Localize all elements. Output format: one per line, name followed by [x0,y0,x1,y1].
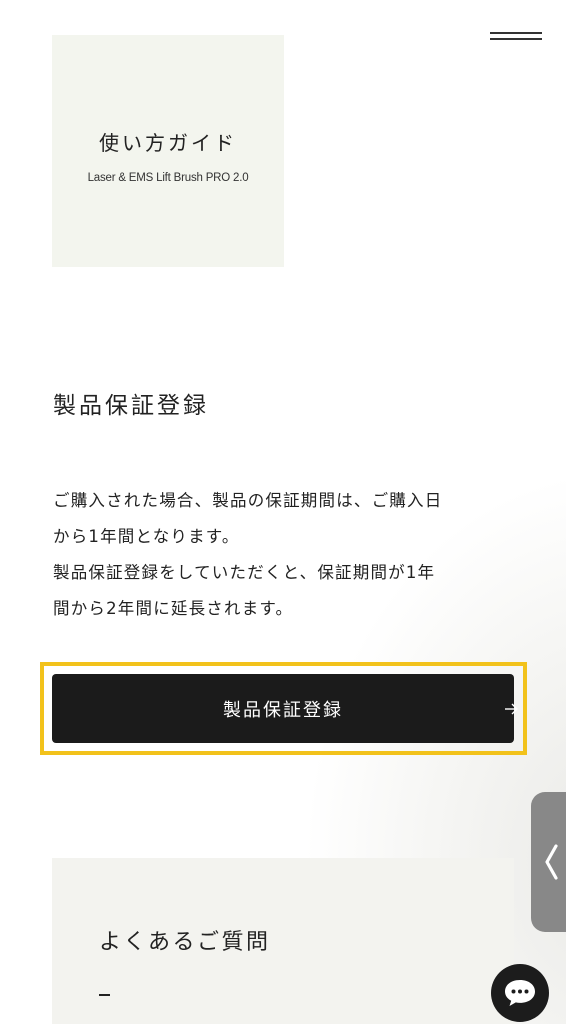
faq-card[interactable]: よくあるご質問 [52,858,514,1024]
menu-line [490,38,542,40]
warranty-registration-button[interactable]: 製品保証登録 [52,674,518,743]
description-line: ご購入された場合、製品の保証期間は、ご購入日 [53,491,443,510]
guide-title: 使い方ガイド [99,130,237,155]
menu-line [490,32,542,34]
chevron-left-icon [545,844,558,880]
chat-bubble-icon [505,980,535,1006]
warranty-button-label: 製品保証登録 [223,699,343,720]
arrow-right-icon [505,703,518,715]
warranty-heading: 製品保証登録 [53,393,209,419]
page: 使い方ガイド Laser & EMS Lift Brush PRO 2.0 製品… [0,0,566,1024]
faq-title: よくあるご質問 [99,930,271,955]
side-drawer-tab[interactable] [531,792,566,932]
description-line: 製品保証登録をしていただくと、保証期間が1年 [53,563,436,582]
hamburger-menu-icon[interactable] [488,28,544,44]
description-line: 間から2年間に延長されます。 [53,599,294,618]
guide-subtitle: Laser & EMS Lift Brush PRO 2.0 [87,171,249,184]
usage-guide-card[interactable]: 使い方ガイド Laser & EMS Lift Brush PRO 2.0 [52,35,284,267]
description-line: から1年間となります。 [53,527,240,546]
faq-dash [99,994,110,996]
warranty-description: ご購入された場合、製品の保証期間は、ご購入日 から1年間となります。 製品保証登… [53,483,533,627]
chat-button[interactable] [491,964,549,1022]
